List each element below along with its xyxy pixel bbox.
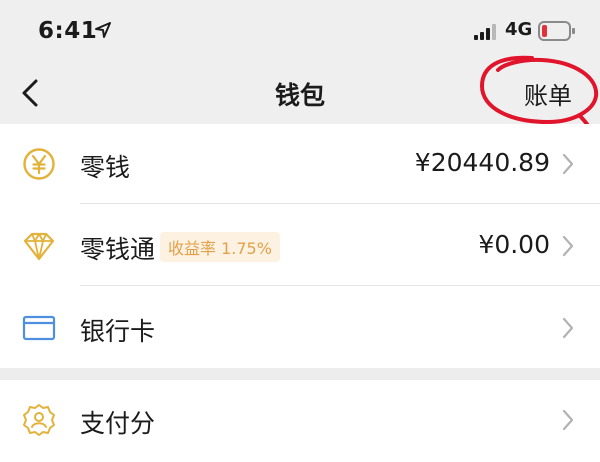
nav-bar: 钱包 账单 [0, 62, 600, 124]
wallet-item-label: 银行卡 [80, 317, 156, 346]
wallet-item-label: 零钱 [80, 153, 131, 182]
wallet-item-change[interactable]: 零钱 ¥20440.89 [0, 124, 600, 204]
location-arrow-icon [95, 22, 111, 38]
yield-rate-badge: 收益率 1.75% [160, 232, 280, 262]
battery-low-icon [538, 21, 575, 41]
back-chevron-icon[interactable] [16, 76, 46, 110]
diamond-icon [23, 232, 55, 261]
yen-coin-icon [23, 148, 55, 180]
signal-bars-icon [474, 24, 496, 40]
chevron-right-icon [562, 235, 574, 257]
bills-button[interactable]: 账单 [524, 76, 572, 111]
chevron-right-icon [562, 317, 574, 339]
services-list: 支付分 [0, 380, 600, 462]
row-divider [80, 285, 600, 286]
service-item-pay-score[interactable]: 支付分 [0, 380, 600, 460]
wallet-item-value: ¥0.00 [478, 230, 550, 259]
wallet-list: 零钱 ¥20440.89 零钱通 收益率 1.75% ¥0.00 银行卡 [0, 124, 600, 368]
chevron-right-icon [562, 409, 574, 431]
status-time: 6:41 [38, 18, 98, 44]
row-divider [80, 203, 600, 204]
network-type: 4G [505, 19, 533, 40]
status-bar: 6:41 4G [0, 0, 600, 62]
service-item-label: 支付分 [80, 409, 156, 438]
wallet-item-value: ¥20440.89 [414, 148, 550, 177]
page-title: 钱包 [274, 81, 325, 110]
score-badge-icon [23, 404, 55, 436]
wallet-item-bank-card[interactable]: 银行卡 [0, 288, 600, 368]
section-gap [0, 368, 600, 380]
chevron-right-icon [562, 153, 574, 175]
bank-card-icon [22, 315, 56, 341]
wallet-item-wealth[interactable]: 零钱通 收益率 1.75% ¥0.00 [0, 206, 600, 286]
wallet-item-label: 零钱通 [80, 235, 156, 264]
